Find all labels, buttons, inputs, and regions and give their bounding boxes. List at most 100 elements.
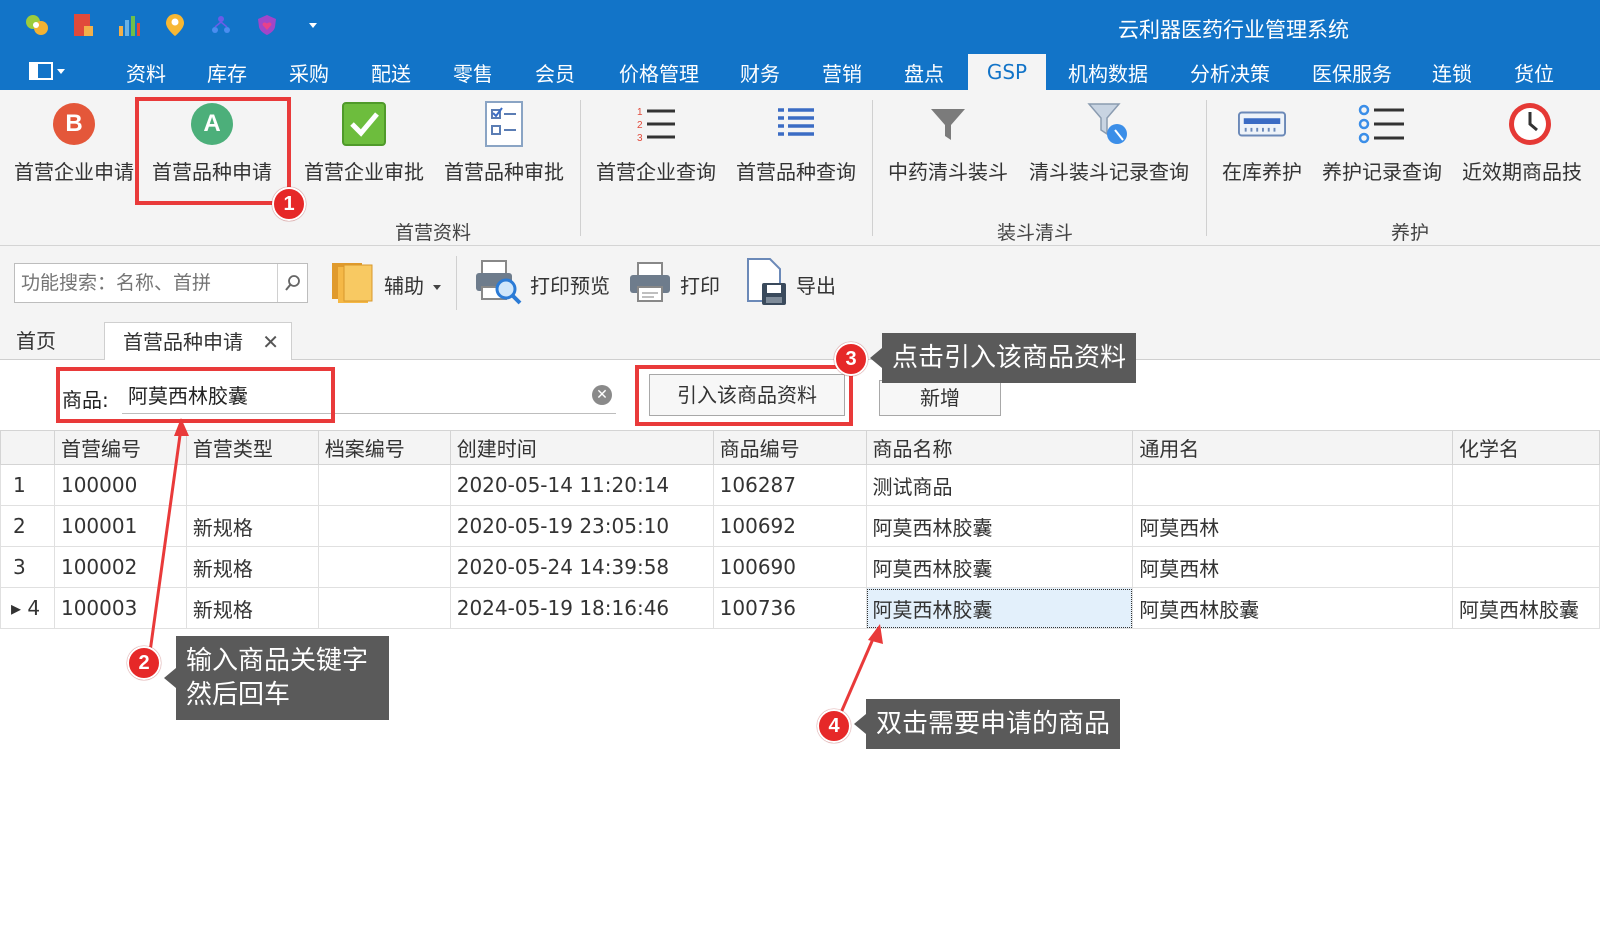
menu-tab-resources[interactable]: 资料	[120, 58, 172, 90]
location-pin-icon[interactable]	[162, 12, 188, 38]
cell-first-id[interactable]: 100001	[53, 505, 187, 547]
bar-chart-icon[interactable]	[116, 12, 142, 38]
new-button[interactable]: 新增	[879, 380, 1001, 416]
app-title: 云利器医药行业管理系统	[1118, 18, 1349, 42]
grid-header-row: 首营编号 首营类型 档案编号 创建时间 商品编号 商品名称 通用名 化学名	[0, 430, 1600, 465]
customize-dropdown-icon[interactable]	[300, 12, 326, 38]
table-row[interactable]: ▸ 4 100003 新规格 2024-05-19 18:16:46 10073…	[0, 587, 1600, 629]
menu-tab-insurance[interactable]: 医保服务	[1306, 58, 1398, 90]
shield-heart-icon[interactable]	[254, 12, 280, 38]
cell-name[interactable]: 阿莫西林胶囊	[865, 546, 1134, 588]
data-grid: 首营编号 首营类型 档案编号 创建时间 商品编号 商品名称 通用名 化学名 1 …	[0, 430, 1600, 629]
cell-created[interactable]: 2020-05-19 23:05:10	[449, 505, 714, 547]
search-icon[interactable]	[277, 264, 307, 302]
menu-tab-location[interactable]: 货位	[1508, 58, 1560, 90]
cell-name[interactable]: 测试商品	[865, 464, 1134, 506]
column-header[interactable]: 商品名称	[865, 430, 1134, 465]
cell-chem[interactable]	[1451, 546, 1600, 588]
menu-tab-marketing[interactable]: 营销	[816, 58, 868, 90]
cell-code[interactable]: 100692	[712, 505, 867, 547]
menu-tab-analysis[interactable]: 分析决策	[1184, 58, 1276, 90]
cell-chem[interactable]	[1451, 464, 1600, 506]
cell-chem[interactable]	[1451, 505, 1600, 547]
column-header[interactable]: 化学名	[1451, 430, 1600, 465]
callout-line: 然后回车	[186, 680, 291, 710]
cell-code[interactable]: 100736	[712, 587, 867, 629]
cell-first-id[interactable]: 100002	[53, 546, 187, 588]
column-header[interactable]: 创建时间	[449, 430, 714, 465]
first-enterprise-apply-button[interactable]: B 首营企业申请	[12, 94, 136, 198]
menu-tab-purchase[interactable]: 采购	[283, 58, 335, 90]
menu-tab-inventory[interactable]: 库存	[201, 58, 253, 90]
menu-tab-gsp[interactable]: GSP	[968, 54, 1046, 90]
cell-created[interactable]: 2020-05-14 11:20:14	[449, 464, 714, 506]
table-row[interactable]: 1 100000 2020-05-14 11:20:14 106287 测试商品	[0, 464, 1600, 506]
export-button[interactable]: 导出	[744, 257, 836, 310]
cell-code[interactable]: 100690	[712, 546, 867, 588]
cell-generic[interactable]: 阿莫西林胶囊	[1132, 587, 1453, 629]
cell-first-id[interactable]: 100000	[53, 464, 187, 506]
row-number: 1	[0, 464, 55, 506]
menu-toggle-icon[interactable]	[28, 60, 68, 82]
menu-tab-delivery[interactable]: 配送	[365, 58, 417, 90]
cell-generic[interactable]	[1132, 464, 1453, 506]
cell-archive[interactable]	[317, 587, 451, 629]
print-button[interactable]: 打印	[628, 258, 720, 310]
app-logo-icon[interactable]	[24, 12, 50, 38]
first-variety-query-button[interactable]: 首营品种查询	[734, 94, 858, 198]
cell-first-type[interactable]: 新规格	[185, 546, 319, 588]
network-icon[interactable]	[208, 12, 234, 38]
document-red-icon[interactable]	[70, 12, 96, 38]
cell-archive[interactable]	[317, 546, 451, 588]
cell-first-type[interactable]	[185, 464, 319, 506]
near-expiry-goods-button[interactable]: 近效期商品技	[1460, 94, 1600, 198]
cell-created[interactable]: 2020-05-24 14:39:58	[449, 546, 714, 588]
tab-first-variety-apply[interactable]: 首营品种申请 ✕	[104, 322, 292, 361]
print-preview-button[interactable]: 打印预览	[474, 258, 610, 310]
herb-clear-fill-button[interactable]: 中药清斗装斗	[886, 94, 1010, 198]
clear-icon[interactable]: ✕	[592, 385, 612, 405]
tab-home[interactable]: 首页	[16, 322, 96, 360]
cell-name[interactable]: 阿莫西林胶囊	[865, 505, 1134, 547]
cell-generic[interactable]: 阿莫西林	[1132, 546, 1453, 588]
cell-archive[interactable]	[317, 464, 451, 506]
cell-generic[interactable]: 阿莫西林	[1132, 505, 1453, 547]
first-enterprise-approve-button[interactable]: 首营企业审批	[302, 94, 426, 198]
ribbon-separator	[580, 100, 581, 236]
close-icon[interactable]: ✕	[262, 323, 279, 361]
function-search-input[interactable]	[15, 264, 277, 302]
menu-tab-retail[interactable]: 零售	[447, 58, 499, 90]
menu-tab-finance[interactable]: 财务	[734, 58, 786, 90]
first-enterprise-query-button[interactable]: 1 2 3 首营企业查询	[594, 94, 718, 198]
cell-name-focused[interactable]: 阿莫西林胶囊	[865, 587, 1134, 629]
menu-tab-stocktake[interactable]: 盘点	[898, 58, 950, 90]
detail-list-icon	[772, 100, 820, 148]
cell-created[interactable]: 2024-05-19 18:16:46	[449, 587, 714, 629]
cell-archive[interactable]	[317, 505, 451, 547]
in-stock-maintenance-button[interactable]: 在库养护	[1216, 94, 1308, 198]
cell-first-id[interactable]: 100003	[53, 587, 187, 629]
cell-first-type[interactable]: 新规格	[185, 587, 319, 629]
column-header[interactable]: 首营编号	[53, 430, 187, 465]
table-row[interactable]: 3 100002 新规格 2020-05-24 14:39:58 100690 …	[0, 546, 1600, 588]
column-header[interactable]: 商品编号	[712, 430, 867, 465]
cell-code[interactable]: 106287	[712, 464, 867, 506]
column-header[interactable]: 通用名	[1132, 430, 1453, 465]
row-number-header	[0, 430, 55, 465]
print-preview-icon	[474, 259, 522, 310]
cell-chem[interactable]: 阿莫西林胶囊	[1451, 587, 1600, 629]
menu-tab-org-data[interactable]: 机构数据	[1062, 58, 1154, 90]
clear-fill-record-query-button[interactable]: 清斗装斗记录查询	[1026, 94, 1192, 198]
ribbon-group-label: 装斗清斗	[996, 222, 1073, 244]
cell-first-type[interactable]: 新规格	[185, 505, 319, 547]
first-variety-approve-button[interactable]: 首营品种审批	[442, 94, 566, 198]
column-header[interactable]: 档案编号	[317, 430, 451, 465]
menu-tab-chain[interactable]: 连锁	[1426, 58, 1478, 90]
table-row[interactable]: 2 100001 新规格 2020-05-19 23:05:10 100692 …	[0, 505, 1600, 547]
column-header[interactable]: 首营类型	[185, 430, 319, 465]
menu-tab-pricing[interactable]: 价格管理	[613, 58, 705, 90]
maintenance-record-query-button[interactable]: 养护记录查询	[1320, 94, 1444, 198]
folders-icon	[330, 259, 376, 310]
menu-tab-members[interactable]: 会员	[529, 58, 581, 90]
assist-button[interactable]: 辅助	[330, 258, 442, 310]
